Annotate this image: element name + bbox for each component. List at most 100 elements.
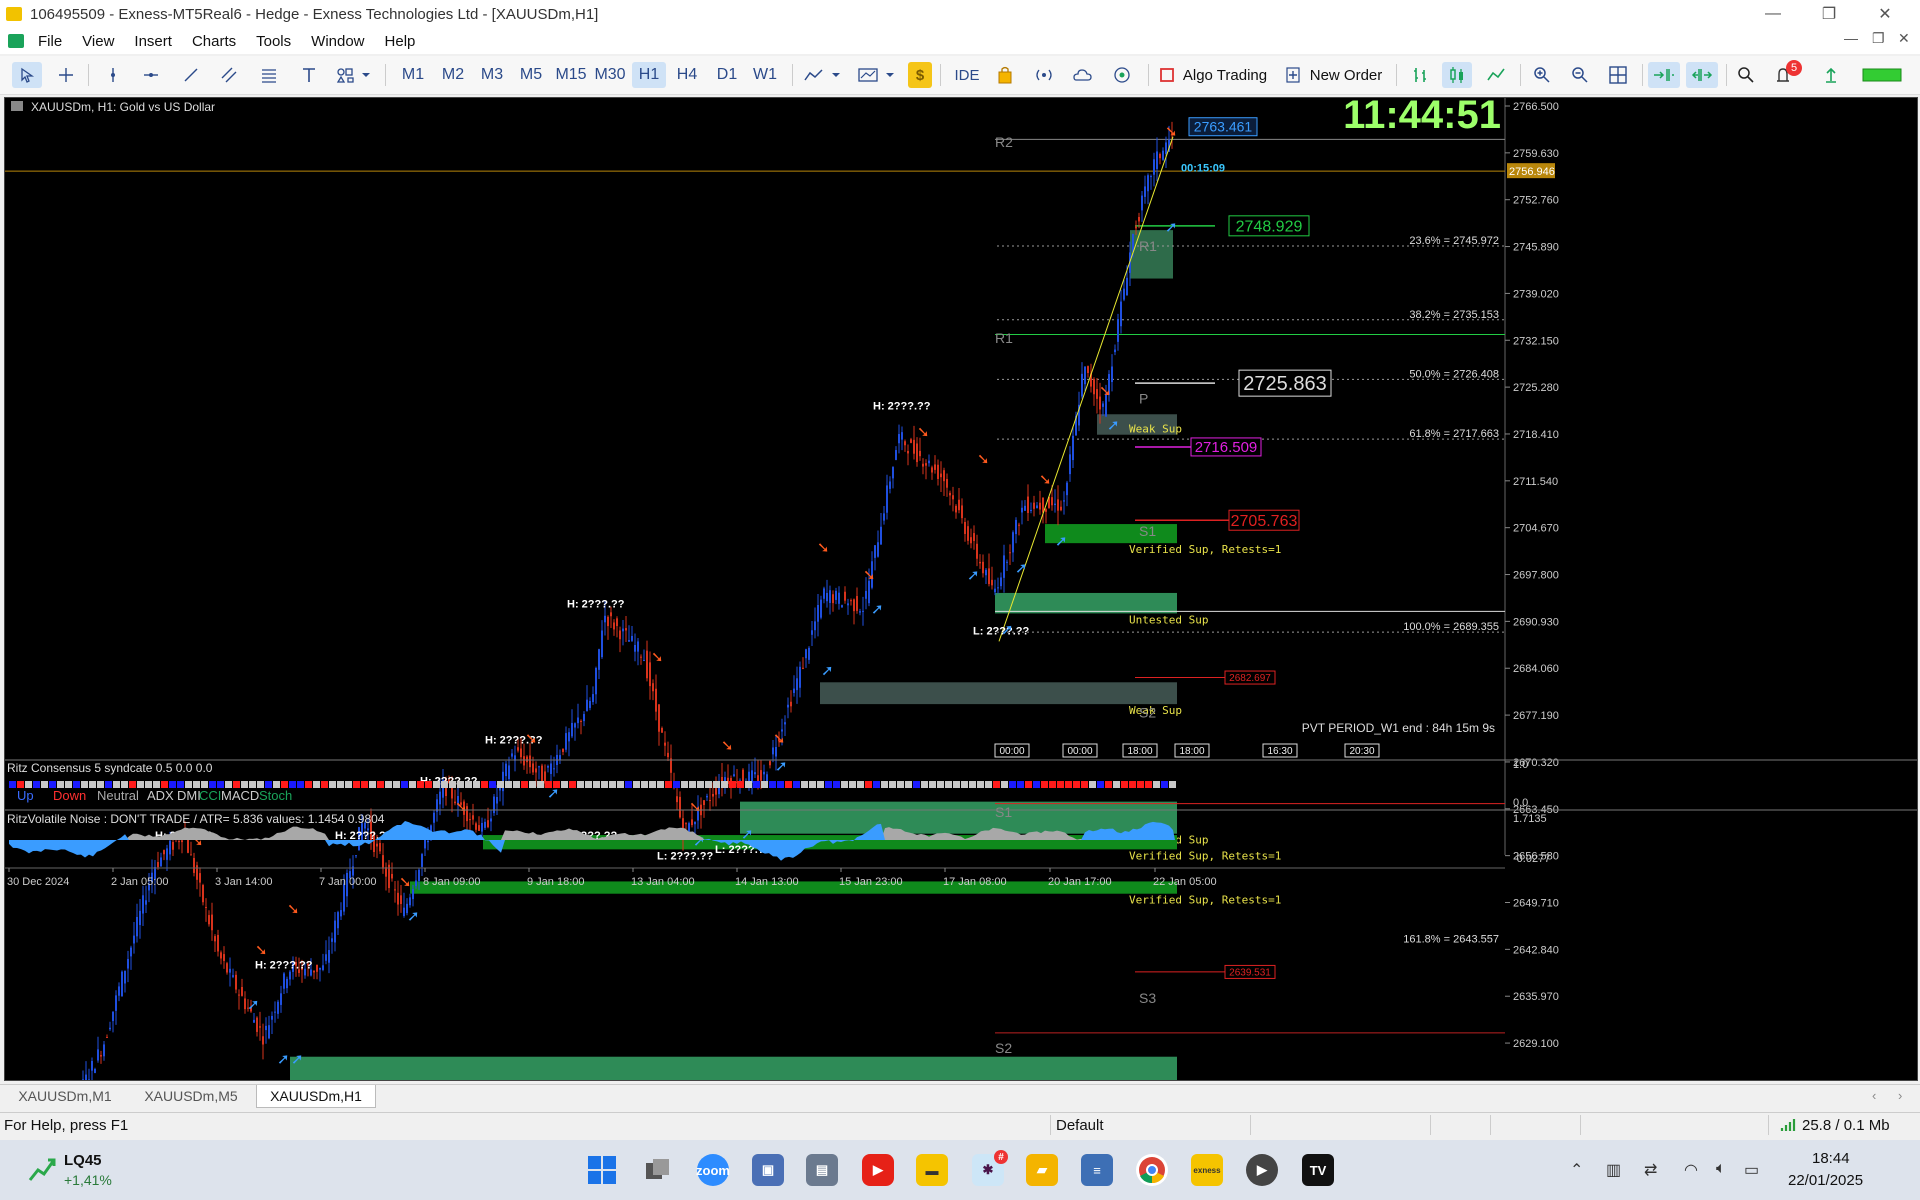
vertical-line-icon[interactable] <box>100 62 126 88</box>
zoom-in-icon[interactable] <box>1528 62 1556 88</box>
menu-tools[interactable]: Tools <box>256 33 291 50</box>
zoom-out-icon[interactable] <box>1566 62 1594 88</box>
tab-xauusdm-m1[interactable]: XAUUSDm,M1 <box>4 1085 126 1107</box>
line-chart-icon[interactable] <box>1482 62 1510 88</box>
tf-m3[interactable]: M3 <box>475 62 509 88</box>
slack-icon[interactable]: ✱ # <box>972 1150 1008 1186</box>
app-icon-5[interactable]: ▤ <box>806 1154 838 1186</box>
search-icon[interactable] <box>1732 62 1760 88</box>
new-order-icon[interactable] <box>1284 62 1302 88</box>
wifi-icon[interactable]: ◠ <box>1684 1160 1698 1180</box>
file-explorer-icon[interactable]: ▰ <box>1026 1154 1058 1186</box>
tray-app-icon[interactable]: ▥ <box>1606 1160 1621 1180</box>
child-minimize-button[interactable]: — <box>1844 30 1858 46</box>
tf-d1[interactable]: D1 <box>710 62 744 88</box>
signals-icon[interactable] <box>1030 62 1058 88</box>
menu-charts[interactable]: Charts <box>192 33 236 50</box>
tab-xauusdm-h1[interactable]: XAUUSDm,H1 <box>256 1085 376 1108</box>
shapes-dropdown-icon[interactable] <box>334 62 374 88</box>
sell-arrow-icon: ➘ <box>455 798 468 816</box>
youtube-icon[interactable]: ▶ <box>862 1154 894 1186</box>
price-axis-label: 2745.890 <box>1513 242 1559 254</box>
market-bag-icon[interactable] <box>992 62 1018 88</box>
tf-w1[interactable]: W1 <box>748 62 782 88</box>
tabs-scroll-left-icon[interactable]: ‹ <box>1872 1088 1876 1103</box>
restore-button[interactable]: ❐ <box>1806 0 1852 28</box>
tf-m15[interactable]: M15 <box>552 62 590 88</box>
trendline-icon[interactable] <box>178 62 204 88</box>
menu-file[interactable]: File <box>38 33 62 50</box>
menu-window[interactable]: Window <box>311 33 364 50</box>
algo-trading-icon[interactable] <box>1158 62 1176 88</box>
horizontal-line-icon[interactable] <box>138 62 164 88</box>
tabs-scroll-right-icon[interactable]: › <box>1898 1088 1902 1103</box>
tile-windows-icon[interactable] <box>1604 62 1632 88</box>
child-restore-button[interactable]: ❐ <box>1872 30 1885 47</box>
taskbar-time[interactable]: 18:44 <box>1812 1150 1850 1167</box>
crosshair-icon[interactable] <box>52 62 80 88</box>
dollar-icon[interactable]: $ <box>908 62 932 88</box>
stock-widget-change[interactable]: +1,41% <box>64 1172 112 1188</box>
tf-m5[interactable]: M5 <box>514 62 548 88</box>
consensus-cell <box>385 781 392 788</box>
consensus-cell <box>113 781 120 788</box>
notifications-icon[interactable]: 5 <box>1770 60 1802 88</box>
taskbar-date[interactable]: 22/01/2025 <box>1788 1172 1863 1189</box>
algo-trading-button[interactable]: Algo Trading <box>1180 62 1270 88</box>
exness-mt5-icon[interactable]: exness <box>1191 1154 1223 1186</box>
volume-icon[interactable]: 🔈︎ <box>1716 1160 1726 1178</box>
vps-cloud-icon[interactable] <box>1068 62 1096 88</box>
tf-m30[interactable]: M30 <box>590 62 630 88</box>
stock-widget-name[interactable]: LQ45 <box>64 1152 102 1169</box>
sticky-notes-icon[interactable]: ▬ <box>916 1154 948 1186</box>
indicators-dropdown-icon[interactable] <box>802 62 846 88</box>
minimize-button[interactable]: — <box>1750 0 1796 28</box>
windows-start-icon[interactable] <box>586 1154 618 1186</box>
stock-widget-icon[interactable] <box>28 1154 56 1187</box>
status-bar: For Help, press F1 Default 25.8 / 0.1 Mb <box>0 1112 1920 1139</box>
tradingview-icon[interactable]: TV <box>1302 1154 1334 1186</box>
cursor-tool-icon[interactable] <box>12 62 42 88</box>
tray-settings-icon[interactable]: ⇄ <box>1644 1160 1657 1180</box>
consensus-cell <box>793 781 800 788</box>
text-tool-icon[interactable] <box>296 62 322 88</box>
price-chart[interactable]: XAUUSDm, H1: Gold vs US Dollar 2766.500 27… <box>4 97 1918 1081</box>
channel-icon[interactable] <box>216 62 242 88</box>
candle-body <box>886 485 888 513</box>
tab-xauusdm-m5[interactable]: XAUUSDm,M5 <box>130 1085 252 1107</box>
menu-help[interactable]: Help <box>385 33 416 50</box>
remote-desktop-icon[interactable]: ▣ <box>752 1154 784 1186</box>
notepad-icon[interactable]: ≡ <box>1081 1154 1113 1186</box>
templates-dropdown-icon[interactable] <box>856 62 900 88</box>
new-order-button[interactable]: New Order <box>1306 62 1386 88</box>
price-axis-label: 2766.500 <box>1513 101 1559 113</box>
candle-body <box>991 579 993 586</box>
community-icon[interactable] <box>1108 62 1136 88</box>
ide-button[interactable]: IDE <box>950 62 984 88</box>
tf-h1[interactable]: H1 <box>632 62 666 88</box>
fibonacci-icon[interactable] <box>256 62 282 88</box>
tf-m1[interactable]: M1 <box>396 62 430 88</box>
consensus-cell <box>481 781 488 788</box>
candle-body <box>1066 482 1068 496</box>
battery-icon[interactable]: ▭ <box>1744 1160 1759 1180</box>
vps-upload-icon[interactable] <box>1818 62 1844 88</box>
bar-chart-icon[interactable] <box>1406 62 1434 88</box>
tf-h4[interactable]: H4 <box>670 62 704 88</box>
media-player-icon[interactable]: ▶ <box>1246 1154 1278 1186</box>
child-close-button[interactable]: ✕ <box>1898 30 1910 47</box>
menu-view[interactable]: View <box>82 33 114 50</box>
task-view-icon[interactable] <box>642 1154 674 1186</box>
autoscroll-icon[interactable] <box>1648 62 1680 88</box>
chart-shift-icon[interactable] <box>1686 62 1718 88</box>
candle-body <box>103 1044 105 1057</box>
menu-app-icon[interactable] <box>8 34 24 48</box>
zoom-app-icon[interactable]: zoom <box>696 1154 730 1186</box>
close-button[interactable]: ✕ <box>1862 0 1908 28</box>
tf-m2[interactable]: M2 <box>436 62 470 88</box>
candle-chart-icon[interactable] <box>1442 62 1472 88</box>
menu-insert[interactable]: Insert <box>134 33 172 50</box>
chrome-icon[interactable] <box>1136 1154 1168 1186</box>
tray-chevron-up-icon[interactable]: ⌃ <box>1570 1160 1583 1180</box>
consensus-cell <box>913 781 920 788</box>
